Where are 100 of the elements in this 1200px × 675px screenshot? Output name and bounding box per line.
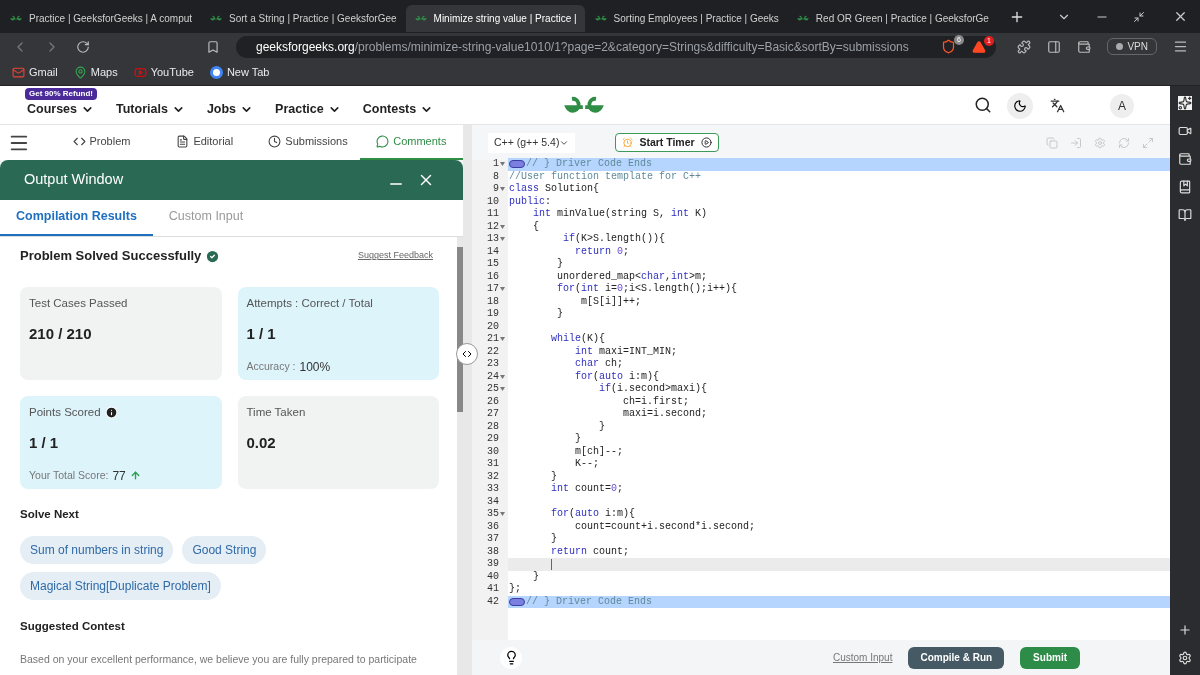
nav-menu-item[interactable]: Practice	[275, 99, 341, 119]
line-number: 8	[493, 170, 499, 183]
code-line: char ch;	[574, 358, 625, 371]
code-line: ch=i.first;	[622, 395, 691, 408]
code-line: }	[574, 433, 582, 446]
contest-text: Based on your excellent performance, we believe you are fully prepared to participate	[20, 651, 418, 667]
problem-tab[interactable]: Editorial	[153, 125, 257, 160]
problem-chip[interactable]: Magical String[Duplicate Problem]	[20, 572, 221, 601]
problem-tab[interactable]: Problem	[49, 125, 154, 160]
code-line: }	[598, 420, 606, 433]
line-number: 41	[487, 583, 499, 596]
line-number: 31	[487, 458, 499, 471]
code-line: if(i.second>maxi){	[598, 383, 709, 396]
code-line: while(K){	[550, 333, 607, 346]
stat-sub-value: 77	[112, 467, 126, 485]
problem-chip[interactable]: Good String	[182, 536, 267, 565]
browser-tab[interactable]: Minimize string value | Practice |	[405, 5, 585, 32]
bookmark-item[interactable]: YouTube	[133, 64, 194, 81]
line-number: 9	[493, 183, 499, 196]
line-number: 24	[487, 370, 499, 383]
line-number: 30	[487, 445, 499, 458]
line-number: 21	[487, 333, 499, 346]
code-line: }	[550, 533, 558, 546]
browser-tab[interactable]: Sort a String | Practice | GeeksforGee	[201, 5, 405, 32]
line-number: 18	[487, 295, 499, 308]
feedback-link[interactable]: Suggest Feedback	[357, 249, 433, 263]
browser-tab[interactable]: Sorting Employees | Practice | Geeks	[585, 5, 787, 32]
line-number: 10	[487, 195, 499, 208]
browser-tab[interactable]: Red OR Green | Practice | GeeksforGe	[787, 5, 997, 32]
nav-menu-item[interactable]: Courses	[27, 99, 95, 119]
code-line: m[S[i]]++;	[580, 295, 643, 308]
user-avatar[interactable]: A	[1110, 94, 1134, 118]
bookmark-item[interactable]: Gmail	[12, 64, 58, 81]
line-number: 40	[487, 570, 499, 583]
code-line: int count=0;	[550, 483, 625, 496]
line-number: 28	[487, 420, 499, 433]
code-line: }	[550, 470, 558, 483]
line-number: 34	[487, 495, 499, 508]
stat-value: 0.02	[246, 433, 277, 453]
line-number: 42	[487, 595, 499, 608]
line-number: 35	[487, 508, 499, 521]
line-number: 14	[487, 245, 499, 258]
line-number: 13	[487, 233, 499, 246]
nav-menu-item[interactable]: Tutorials	[116, 99, 185, 119]
bookmark-item[interactable]: New Tab	[209, 64, 270, 81]
line-number: 20	[487, 320, 499, 333]
line-number: 37	[487, 533, 499, 546]
code-line: }	[556, 308, 564, 321]
bookmark-item[interactable]: Maps	[73, 64, 118, 81]
line-number: 23	[487, 358, 499, 371]
browser-tab[interactable]: Practice | GeeksforGeeks | A comput	[1, 5, 201, 32]
code-line: m[ch]--;	[574, 445, 625, 458]
nav-menu-item[interactable]: Jobs	[206, 99, 254, 119]
code-line: }	[556, 258, 564, 271]
stat-value: 210 / 210	[29, 324, 93, 344]
line-number: 11	[487, 208, 499, 221]
line-number: 19	[487, 308, 499, 321]
code-line: int maxi=INT_MIN;	[574, 345, 679, 358]
nav-menu-item[interactable]: Contests	[362, 99, 434, 119]
code-line: //User function template for C++	[508, 170, 703, 183]
code-line: public:	[508, 195, 553, 208]
line-number: 32	[487, 470, 499, 483]
language-select[interactable]: C++ (g++ 5.4)	[488, 132, 576, 153]
stat-sub-label: Your Total Score:	[29, 467, 109, 483]
section-heading: Suggested Contest	[20, 619, 126, 635]
code-line: K--;	[574, 458, 600, 471]
code-line: class Solution{	[508, 183, 601, 196]
line-number: 26	[487, 395, 499, 408]
submit-button[interactable]: Submit	[1020, 646, 1080, 669]
line-number: 22	[487, 345, 499, 358]
code-line: return count;	[550, 545, 631, 558]
line-number: 17	[487, 283, 499, 296]
tab-title: Practice | GeeksforGeeks | A comput	[29, 12, 193, 26]
custom-input-link[interactable]: Custom Input	[832, 650, 893, 665]
result-tab[interactable]: Compilation Results	[0, 199, 153, 236]
line-number: 38	[487, 545, 499, 558]
refund-badge: Get 90% Refund!	[25, 88, 97, 100]
compile-run-button[interactable]: Compile & Run	[908, 646, 1005, 669]
line-number: 16	[487, 270, 499, 283]
tab-title: Sorting Employees | Practice | Geeks	[613, 12, 779, 26]
start-timer-button[interactable]: Start Timer	[615, 133, 719, 152]
code-line: for(auto i:m){	[550, 508, 637, 521]
code-line: }	[532, 570, 540, 583]
stat-label: Test Cases Passed	[29, 295, 128, 311]
window-title: Output Window	[24, 170, 124, 190]
code-line: for(auto i:m){	[574, 370, 661, 383]
tab-title: Minimize string value | Practice |	[433, 12, 577, 26]
code-line: count=count+i.second*i.second;	[574, 520, 757, 533]
stat-value: 1 / 1	[29, 433, 60, 453]
problem-chip[interactable]: Sum of numbers in string	[20, 536, 174, 565]
line-number: 33	[487, 483, 499, 496]
stat-sub-value: 100%	[299, 358, 331, 376]
code-line: maxi=i.second;	[622, 408, 709, 421]
line-number: 12	[487, 220, 499, 233]
line-number: 27	[487, 408, 499, 421]
code-line: unordered_map<char,int>m;	[556, 270, 709, 283]
vpn-button[interactable]: VPN	[1107, 38, 1157, 55]
problem-tab[interactable]: Submissions	[256, 125, 360, 160]
code-line: int minValue(string S, int K)	[532, 208, 709, 221]
line-number: 1	[493, 158, 499, 171]
